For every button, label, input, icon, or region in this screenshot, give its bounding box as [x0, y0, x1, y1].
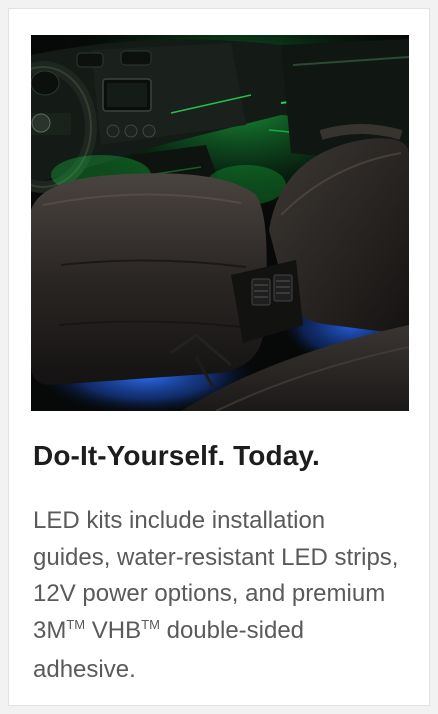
promo-card[interactable]: Do-It-Yourself. Today. LED kits include …: [8, 8, 430, 706]
card-description: LED kits include installation guides, wa…: [33, 503, 403, 689]
card-title: Do-It-Yourself. Today.: [33, 440, 320, 471]
trademark-mark-1: TM: [66, 616, 86, 632]
car-interior-led-photo: [31, 35, 409, 411]
description-text-2: VHB: [85, 616, 142, 644]
trademark-mark-2: TM: [141, 616, 160, 632]
